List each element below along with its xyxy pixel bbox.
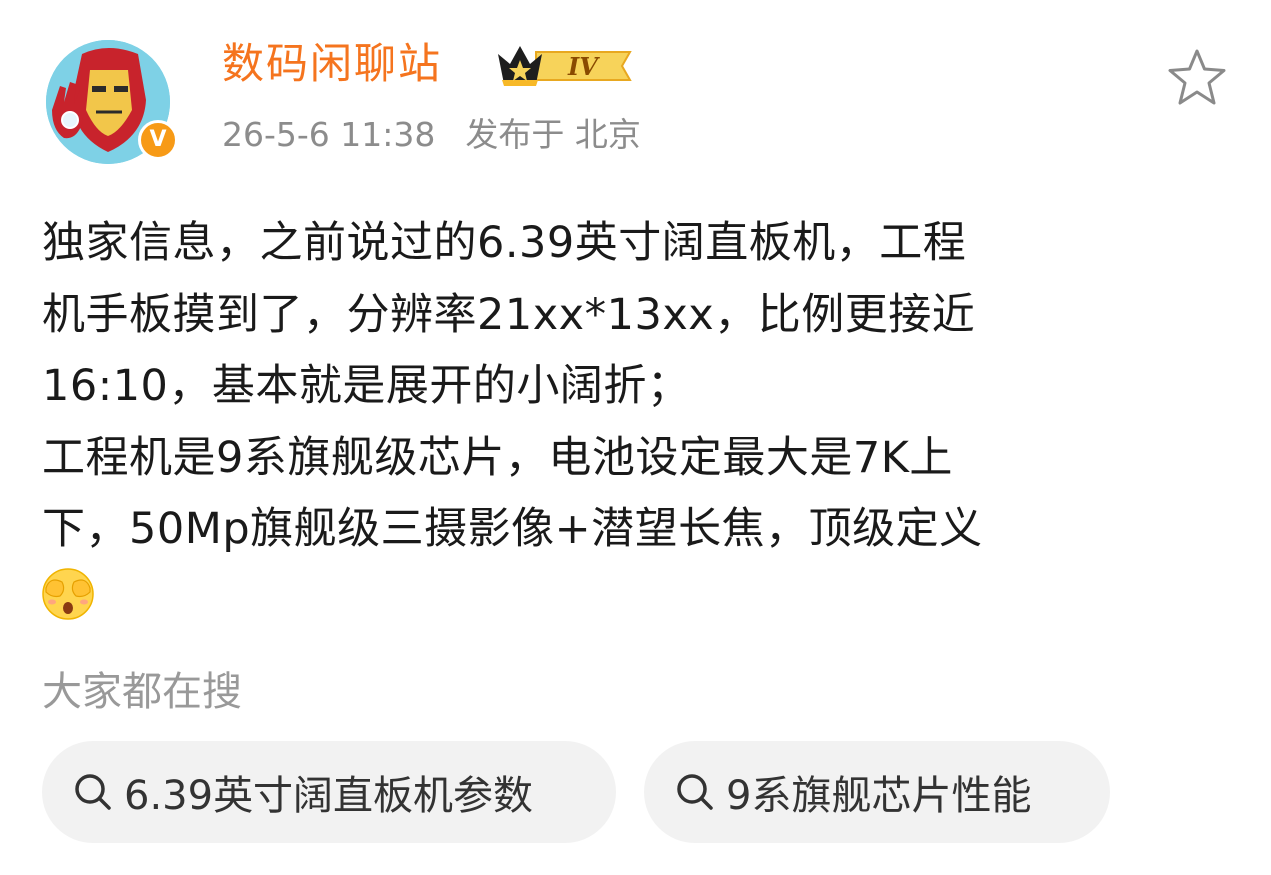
- content-line: 下，50Mp旗舰级三摄影像+潜望长焦，顶级定义: [42, 504, 983, 554]
- post-timestamp: 26-5-6 11:38: [222, 115, 436, 154]
- level-badge-text: IV: [567, 52, 600, 81]
- content-line: 16:10，基本就是展开的小阔折；: [42, 361, 691, 411]
- face-covering-eyes-emoji: [42, 568, 94, 620]
- post-meta: 26-5-6 11:38 发布于 北京: [222, 112, 641, 158]
- content-line: 工程机是9系旗舰级芯片，电池设定最大是7K上: [42, 432, 953, 483]
- search-icon: [75, 774, 111, 810]
- search-chip[interactable]: 6.39英寸阔直板机参数: [42, 741, 616, 843]
- search-icon: [677, 774, 713, 810]
- post-location: 发布于 北京: [465, 115, 641, 154]
- verified-badge: V: [138, 120, 178, 160]
- search-chip-label: 9系旗舰芯片性能: [726, 773, 1032, 819]
- search-chip[interactable]: 9系旗舰芯片性能: [644, 741, 1110, 843]
- search-chip-label: 6.39英寸阔直板机参数: [124, 773, 534, 819]
- content-line: 独家信息，之前说过的6.39英寸阔直板机，工程: [42, 218, 967, 268]
- author-name[interactable]: 数码闲聊站: [222, 36, 442, 92]
- search-section-title: 大家都在搜: [42, 669, 242, 715]
- content-line: 机手板摸到了，分辨率21xx*13xx，比例更接近: [42, 289, 976, 340]
- crown-icon: IV: [498, 46, 632, 86]
- star-outline-icon[interactable]: [1166, 48, 1228, 106]
- author-avatar[interactable]: V: [46, 40, 182, 164]
- post-content: 独家信息，之前说过的6.39英寸阔直板机，工程 机手板摸到了，分辨率21xx*1…: [42, 208, 1232, 566]
